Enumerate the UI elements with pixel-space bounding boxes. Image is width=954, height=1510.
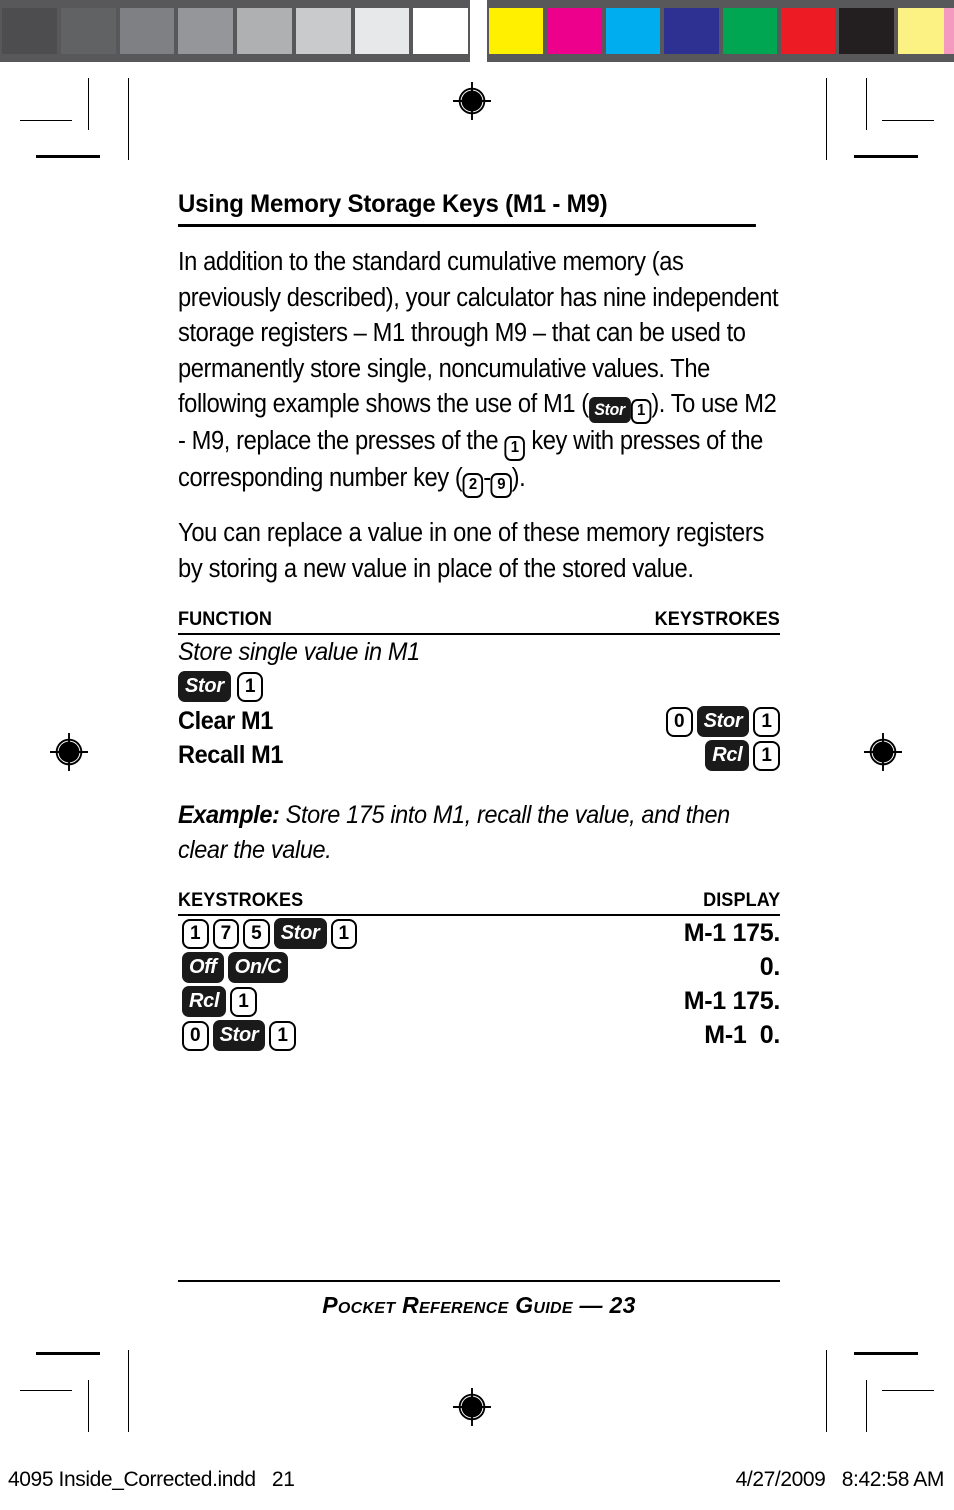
edge-color-strip	[944, 8, 954, 54]
intro-text-part4: ).	[511, 464, 526, 492]
table-row: 1 7 5 Stor 1 M-1 175.	[178, 916, 780, 950]
one-key-icon: 1	[630, 399, 652, 424]
page-title: Using Memory Storage Keys (M1 - M9)	[178, 190, 756, 227]
two-key-icon: 2	[462, 473, 484, 498]
display-value: M-1 175.	[683, 918, 781, 947]
example-lead: Example:	[178, 801, 280, 829]
keystroke-table: KEYSTROKES DISPLAY 1 7 5 Stor 1 M-1 175. Off…	[178, 890, 780, 1052]
registration-mark-left	[50, 733, 88, 771]
stor-key-icon: Stor	[178, 671, 231, 702]
function-label: Clear M1	[178, 706, 273, 735]
gray-swatch-2	[119, 8, 175, 54]
on-c-key-icon: On/C	[227, 951, 289, 983]
color-swatch-group	[487, 0, 954, 62]
zero-key-icon: 0	[666, 706, 693, 737]
keystroke-sequence: 1 7 5 Stor 1	[178, 917, 358, 949]
slug-timestamp: 4/27/2009 8:42:58 AM	[735, 1468, 945, 1491]
registration-mark-top	[453, 82, 491, 120]
stor-key-icon: Stor	[212, 1019, 266, 1051]
seven-key-icon: 7	[212, 918, 240, 949]
one-key-icon: 1	[230, 986, 257, 1017]
color-swatch-1	[547, 8, 602, 54]
slug-filename: 4095 Inside_Corrected.indd 21	[8, 1468, 295, 1491]
clear-m1-keystrokes: 0 Stor 1	[662, 705, 780, 737]
registration-mark-bottom	[453, 1388, 491, 1426]
one-key-icon: 1	[753, 706, 780, 737]
display-column-header: DISPLAY	[702, 890, 780, 911]
prepress-color-bar	[0, 0, 954, 62]
rcl-key-icon: Rcl	[705, 739, 750, 771]
keystrokes-column-header: KEYSTROKES	[654, 609, 780, 630]
table-row: Recall M1 Rcl 1	[178, 738, 780, 772]
gray-swatch-6	[354, 8, 410, 54]
slug-line: 4095 Inside_Corrected.indd 21 4/27/2009 …	[0, 1468, 954, 1502]
gray-swatch-0	[2, 8, 57, 54]
replace-value-paragraph: You can replace a value in one of these …	[178, 519, 764, 583]
table-row: 0 Stor 1 M-1 0.	[178, 1018, 780, 1052]
stor-key-icon: Stor	[696, 705, 750, 737]
one-key-icon: 1	[236, 672, 264, 702]
gray-swatch-5	[295, 8, 351, 54]
stor-key-icon: Stor	[588, 397, 631, 423]
color-swatch-5	[780, 8, 836, 54]
function-table-header: FUNCTION KEYSTROKES	[178, 609, 780, 635]
color-swatch-0	[489, 8, 544, 54]
display-value: 0.	[759, 952, 781, 981]
one-key-icon: 1	[182, 918, 209, 949]
keystroke-table-header: KEYSTROKES DISPLAY	[178, 890, 780, 916]
stor-key-icon: Stor	[273, 917, 327, 949]
color-swatch-6	[839, 8, 894, 54]
table-row: Rcl 1 M-1 175.	[178, 984, 780, 1018]
keystroke-sequence: 0 Stor 1	[178, 1019, 296, 1051]
one-key-icon: 1	[330, 918, 358, 949]
example-paragraph: Example: Store 175 into M1, recall the v…	[178, 798, 780, 868]
keystrokes-column-header: KEYSTROKES	[178, 890, 304, 911]
one-key-icon: 1	[753, 740, 780, 771]
function-table: FUNCTION KEYSTROKES Store single value i…	[178, 609, 780, 772]
gray-swatch-1	[60, 8, 116, 54]
five-key-icon: 5	[243, 918, 270, 949]
gray-swatch-7	[413, 8, 468, 54]
page-footer: Pocket Reference Guide — 23	[178, 1280, 780, 1319]
function-label: Recall M1	[178, 740, 284, 769]
store-single-value-keys: Stor 1	[178, 671, 780, 702]
display-value: M-1 0.	[704, 1020, 780, 1049]
gray-swatch-4	[237, 8, 292, 54]
nine-key-icon: 9	[490, 473, 512, 498]
color-swatch-2	[605, 8, 661, 54]
color-swatch-4	[722, 8, 777, 54]
registration-mark-right	[864, 733, 902, 771]
table-row: Off On/C 0.	[178, 950, 780, 984]
page-content: Using Memory Storage Keys (M1 - M9) In a…	[178, 190, 780, 1052]
function-column-header: FUNCTION	[178, 609, 273, 630]
keystroke-sequence: Rcl 1	[178, 985, 257, 1017]
keystroke-sequence: Off On/C	[178, 951, 289, 983]
off-key-icon: Off	[182, 951, 224, 983]
display-value: M-1 175.	[683, 986, 781, 1015]
one-key-icon-b: 1	[504, 436, 526, 461]
recall-m1-keystrokes: Rcl 1	[701, 739, 780, 771]
footer-text: Pocket Reference Guide — 23	[322, 1292, 636, 1318]
zero-key-icon: 0	[182, 1020, 209, 1051]
gray-swatch-3	[178, 8, 233, 54]
range-dash: -	[483, 464, 491, 492]
one-key-icon: 1	[269, 1020, 296, 1051]
function-label: Store single value in M1	[178, 637, 420, 666]
table-row: Store single value in M1	[178, 635, 780, 669]
rcl-key-icon: Rcl	[182, 985, 227, 1017]
intro-paragraph: In addition to the standard cumulative m…	[178, 245, 780, 498]
color-swatch-3	[664, 8, 719, 54]
grayscale-swatch-group	[0, 0, 470, 62]
table-row: Clear M1 0 Stor 1	[178, 704, 780, 738]
